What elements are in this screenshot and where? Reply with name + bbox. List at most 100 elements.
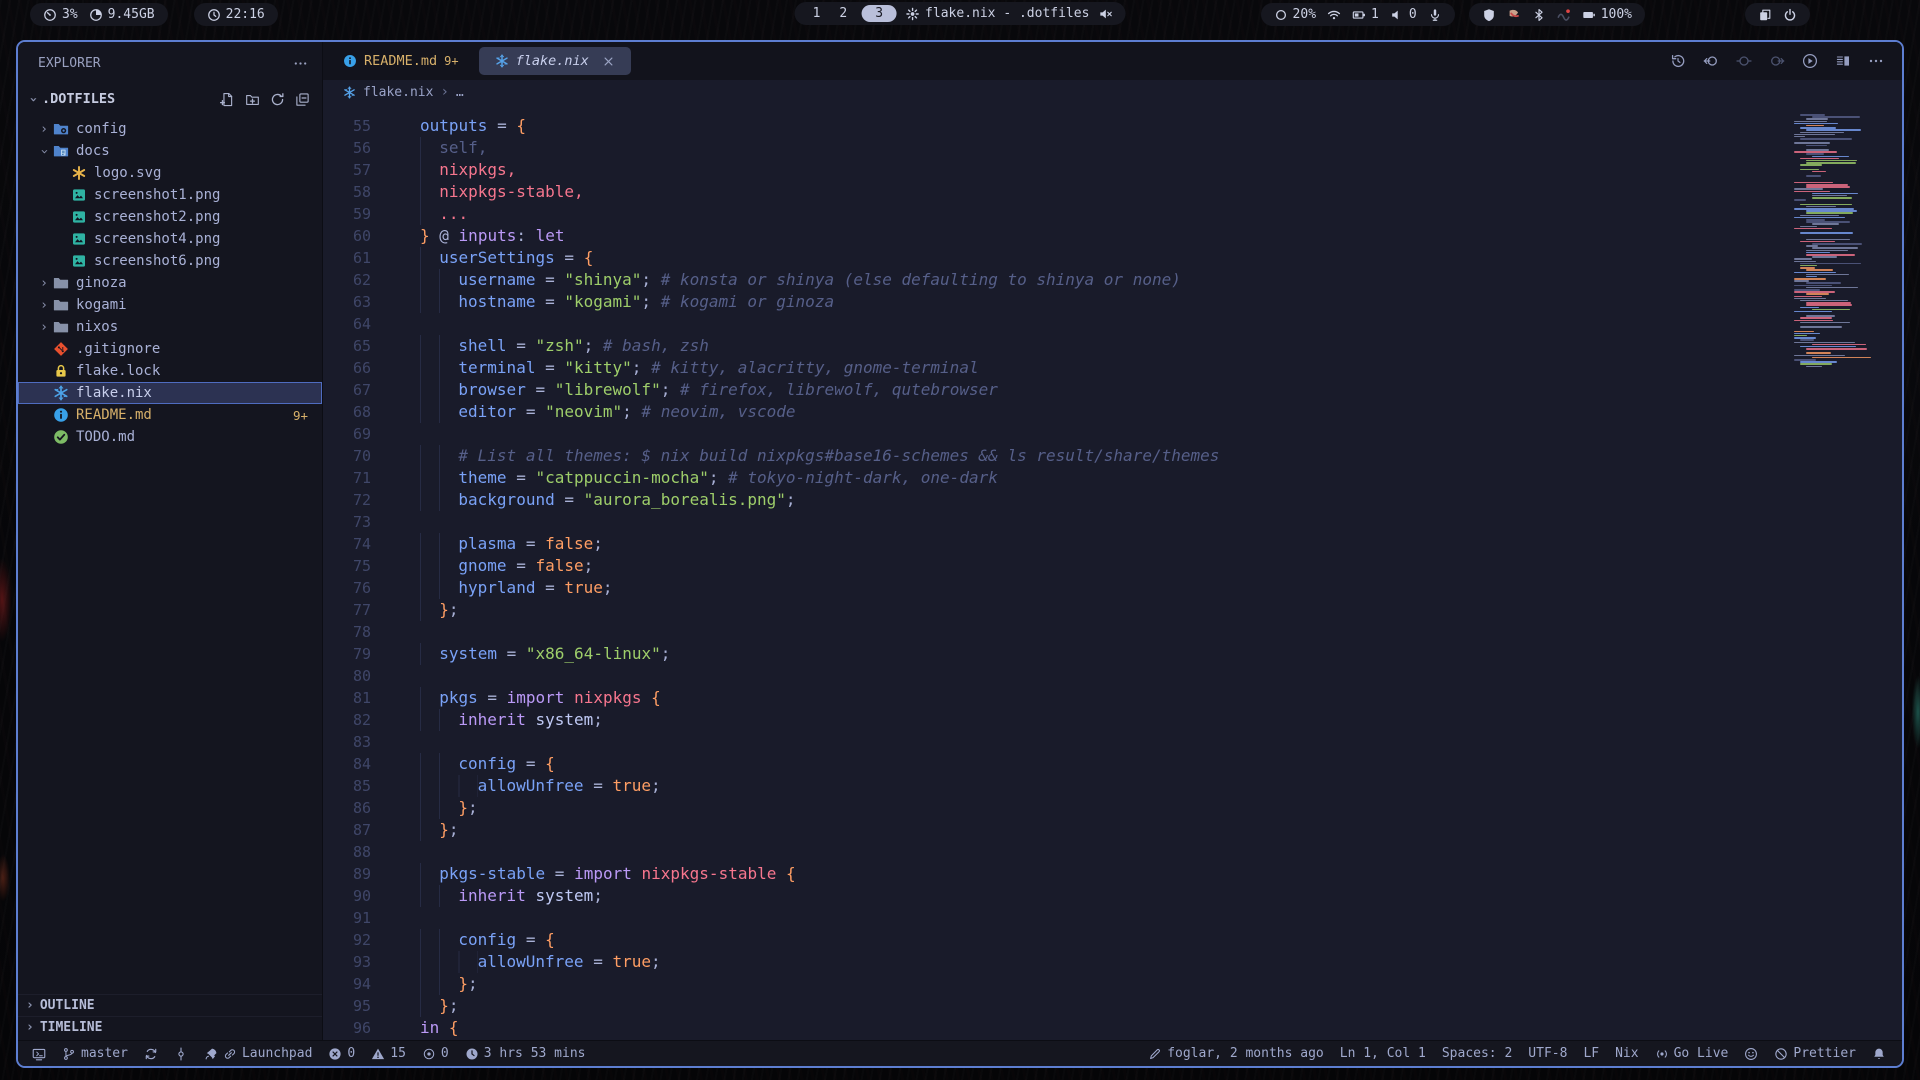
tree-item-flake.nix[interactable]: flake.nix [18, 382, 322, 404]
section-timeline[interactable]: ›TIMELINE [18, 1016, 322, 1038]
code-line-56[interactable]: 56self, [323, 137, 1902, 159]
workspace-2[interactable]: 2 [834, 6, 852, 21]
tab-README.md[interactable]: README.md9+ [327, 47, 475, 75]
tree-item-README.md[interactable]: README.md9+ [18, 404, 322, 426]
statusbar-language-mode[interactable]: Nix [1615, 1046, 1638, 1061]
code-line-80[interactable]: 80 [323, 665, 1902, 687]
code-line-68[interactable]: 68editor = "neovim"; # neovim, vscode [323, 401, 1902, 423]
statusbar-ports[interactable]: 0 [422, 1046, 449, 1061]
statusbar-encoding[interactable]: UTF-8 [1528, 1046, 1567, 1061]
code-line-87[interactable]: 87}; [323, 819, 1902, 841]
statusbar-feedback[interactable] [1744, 1047, 1758, 1061]
code-line-83[interactable]: 83 [323, 731, 1902, 753]
split-editor-icon[interactable] [1835, 53, 1851, 69]
statusbar-eol[interactable]: LF [1583, 1046, 1599, 1061]
statusbar-git-graph[interactable] [174, 1047, 188, 1061]
code-line-79[interactable]: 79system = "x86_64-linux"; [323, 643, 1902, 665]
new-file-icon[interactable] [220, 92, 235, 107]
workspace-1[interactable]: 1 [808, 6, 826, 21]
statusbar-errors[interactable]: 0 [328, 1046, 355, 1061]
code-line-57[interactable]: 57nixpkgs, [323, 159, 1902, 181]
history-icon[interactable] [1670, 53, 1686, 69]
code-line-89[interactable]: 89pkgs-stable = import nixpkgs-stable { [323, 863, 1902, 885]
code-line-95[interactable]: 95}; [323, 995, 1902, 1017]
statusbar-git-branch[interactable]: master [62, 1046, 128, 1061]
code-line-94[interactable]: 94}; [323, 973, 1902, 995]
code-line-58[interactable]: 58nixpkgs-stable, [323, 181, 1902, 203]
code-line-75[interactable]: 75gnome = false; [323, 555, 1902, 577]
explorer-root-folder[interactable]: › .DOTFILES [18, 88, 322, 110]
code-line-91[interactable]: 91 [323, 907, 1902, 929]
topbar-right-pill-3[interactable] [1745, 3, 1810, 26]
statusbar-cursor-position[interactable]: Ln 1, Col 1 [1340, 1046, 1426, 1061]
code-line-84[interactable]: 84config = { [323, 753, 1902, 775]
tree-item-docs[interactable]: ›docs [18, 140, 322, 162]
tree-item-flake.lock[interactable]: flake.lock [18, 360, 322, 382]
tree-item-screenshot2.png[interactable]: screenshot2.png [18, 206, 322, 228]
code-line-90[interactable]: 90inherit system; [323, 885, 1902, 907]
code-line-62[interactable]: 62username = "shinya"; # konsta or shiny… [323, 269, 1902, 291]
code-line-59[interactable]: 59... [323, 203, 1902, 225]
tree-item-logo.svg[interactable]: logo.svg [18, 162, 322, 184]
nav-back-icon[interactable] [1703, 53, 1719, 69]
code-line-81[interactable]: 81pkgs = import nixpkgs { [323, 687, 1902, 709]
statusbar-go-live[interactable]: Go Live [1655, 1046, 1729, 1061]
code-lines[interactable]: 55outputs = {56self,57nixpkgs,58nixpkgs-… [323, 115, 1902, 1039]
code-line-88[interactable]: 88 [323, 841, 1902, 863]
tree-item-screenshot6.png[interactable]: screenshot6.png [18, 250, 322, 272]
topbar-right-pill-2[interactable]: 100% [1469, 3, 1645, 26]
code-line-96[interactable]: 96in { [323, 1017, 1902, 1039]
minimap[interactable] [1792, 114, 1890, 368]
tree-item-.gitignore[interactable]: .gitignore [18, 338, 322, 360]
mute-icon[interactable] [1098, 7, 1112, 21]
code-line-71[interactable]: 71theme = "catppuccin-mocha"; # tokyo-ni… [323, 467, 1902, 489]
statusbar-blame[interactable]: foglar, 2 months ago [1148, 1046, 1324, 1061]
code-line-85[interactable]: 85allowUnfree = true; [323, 775, 1902, 797]
more-icon[interactable] [1868, 53, 1884, 69]
code-line-93[interactable]: 93allowUnfree = true; [323, 951, 1902, 973]
code-line-76[interactable]: 76hyprland = true; [323, 577, 1902, 599]
close-icon[interactable] [602, 55, 615, 68]
tree-item-kogami[interactable]: ›kogami [18, 294, 322, 316]
breadcrumb[interactable]: flake.nix › … [323, 80, 1902, 104]
statusbar-prettier[interactable]: Prettier [1774, 1046, 1856, 1061]
statusbar-indentation[interactable]: Spaces: 2 [1442, 1046, 1512, 1061]
nav-forward-icon[interactable] [1769, 53, 1785, 69]
tree-item-screenshot4.png[interactable]: screenshot4.png [18, 228, 322, 250]
tree-item-TODO.md[interactable]: TODO.md [18, 426, 322, 448]
topbar-left-pill-1[interactable]: 3%9.45GB [30, 3, 168, 26]
code-line-55[interactable]: 55outputs = { [323, 115, 1902, 137]
statusbar-remote-indicator[interactable] [32, 1047, 46, 1061]
tree-item-config[interactable]: ›config [18, 118, 322, 140]
breadcrumb-more[interactable]: … [456, 85, 464, 100]
code-line-65[interactable]: 65shell = "zsh"; # bash, zsh [323, 335, 1902, 357]
more-actions-icon[interactable] [293, 56, 308, 71]
tree-item-screenshot1.png[interactable]: screenshot1.png [18, 184, 322, 206]
code-line-82[interactable]: 82inherit system; [323, 709, 1902, 731]
statusbar-notifications[interactable] [1872, 1047, 1886, 1061]
code-line-61[interactable]: 61userSettings = { [323, 247, 1902, 269]
topbar-right-pill-1[interactable]: 20%10 [1261, 3, 1455, 26]
code-line-66[interactable]: 66terminal = "kitty"; # kitty, alacritty… [323, 357, 1902, 379]
topbar-left-pill-2[interactable]: 22:16 [194, 3, 278, 26]
code-line-78[interactable]: 78 [323, 621, 1902, 643]
tree-item-nixos[interactable]: ›nixos [18, 316, 322, 338]
tree-item-ginoza[interactable]: ›ginoza [18, 272, 322, 294]
code-line-69[interactable]: 69 [323, 423, 1902, 445]
breadcrumb-file[interactable]: flake.nix [363, 85, 433, 100]
code-line-67[interactable]: 67browser = "librewolf"; # firefox, libr… [323, 379, 1902, 401]
refresh-icon[interactable] [270, 92, 285, 107]
statusbar-launchpad[interactable]: Launchpad [204, 1046, 312, 1061]
code-line-77[interactable]: 77}; [323, 599, 1902, 621]
code-line-92[interactable]: 92config = { [323, 929, 1902, 951]
nav-circle-icon[interactable] [1736, 53, 1752, 69]
code-line-86[interactable]: 86}; [323, 797, 1902, 819]
tab-flake.nix[interactable]: flake.nix [479, 47, 631, 75]
code-line-63[interactable]: 63hostname = "kogami"; # kogami or ginoz… [323, 291, 1902, 313]
code-line-70[interactable]: 70# List all themes: $ nix build nixpkgs… [323, 445, 1902, 467]
code-line-64[interactable]: 64 [323, 313, 1902, 335]
statusbar-time-tracker[interactable]: 3 hrs 53 mins [465, 1046, 586, 1061]
code-line-73[interactable]: 73 [323, 511, 1902, 533]
statusbar-warnings[interactable]: 15 [371, 1046, 406, 1061]
new-folder-icon[interactable] [245, 92, 260, 107]
